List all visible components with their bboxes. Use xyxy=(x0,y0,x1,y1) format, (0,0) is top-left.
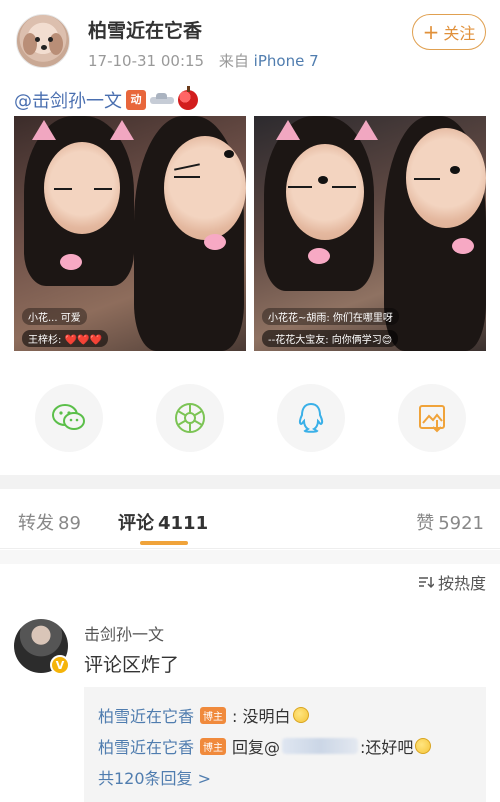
cat-ear-filter xyxy=(276,120,300,140)
tab-like-label: 赞 xyxy=(416,513,435,534)
reply-text: :还好吧 xyxy=(360,738,414,757)
live-chat-line: 王梓杉: ❤️❤️❤️ xyxy=(22,330,108,347)
tab-repost-count: 89 xyxy=(58,513,81,534)
live-chat-line: --花花大宝友: 向你俩学习😊 xyxy=(262,330,399,347)
post-time: 17-10-31 00:15 xyxy=(88,52,205,70)
tab-repost-label: 转发 xyxy=(18,513,54,534)
cat-nose-filter xyxy=(224,150,234,158)
interaction-tabs: 转发 89 评论 4111 赞 5921 xyxy=(0,489,500,549)
cat-ear-filter xyxy=(110,120,134,140)
avatar-dog-eye xyxy=(48,37,53,42)
share-save-image-button[interactable] xyxy=(398,384,466,452)
tab-comment-count: 4111 xyxy=(158,513,209,534)
commenter-name[interactable]: 击剑孙一文 xyxy=(84,621,164,645)
live-chat-line: 小花... 可爱 xyxy=(22,308,87,325)
moments-icon xyxy=(175,403,205,433)
move-emoji-icon: 动 xyxy=(126,90,146,110)
post-device: iPhone 7 xyxy=(253,52,319,70)
reply-prefix: 回复@ xyxy=(232,738,281,757)
sort-icon xyxy=(418,577,434,589)
cat-ear-filter xyxy=(32,120,56,140)
tab-comment[interactable]: 评论 4111 xyxy=(118,509,208,535)
wechat-icon xyxy=(52,404,85,430)
sort-label: 按热度 xyxy=(437,574,486,593)
author-avatar[interactable] xyxy=(16,14,70,68)
whisker xyxy=(174,176,200,178)
cat-bell-filter xyxy=(204,234,226,250)
cat-nose-filter xyxy=(450,166,460,174)
tab-like-count: 5921 xyxy=(438,513,484,534)
reply-item[interactable]: 柏雪近在它香 博主 : 没明白 xyxy=(98,703,309,727)
section-divider xyxy=(0,475,500,489)
plus-icon: + xyxy=(422,20,440,44)
cat-ear-filter xyxy=(354,120,378,140)
post-text: @击剑孙一文 动 xyxy=(14,86,198,113)
section-divider xyxy=(0,550,500,564)
avatar-dog-nose xyxy=(41,45,47,50)
face-left-girl xyxy=(286,144,364,240)
verified-badge-icon: V xyxy=(50,655,70,675)
mention-link[interactable]: @击剑孙一文 xyxy=(14,87,122,113)
qq-icon xyxy=(298,402,324,433)
share-moments-button[interactable] xyxy=(156,384,224,452)
follow-label: 关注 xyxy=(443,24,476,43)
thinking-emoji-icon xyxy=(415,738,432,754)
cat-bell-filter xyxy=(452,238,474,254)
author-name[interactable]: 柏雪近在它香 xyxy=(88,16,202,43)
face-right-girl xyxy=(164,136,246,240)
share-wechat-button[interactable] xyxy=(35,384,103,452)
cat-nose-filter xyxy=(318,176,328,184)
reply-text: : 没明白 xyxy=(232,707,291,726)
host-badge: 博主 xyxy=(200,737,227,755)
active-tab-indicator xyxy=(140,541,188,545)
cat-bell-filter xyxy=(308,248,330,264)
tab-repost[interactable]: 转发 89 xyxy=(18,509,81,535)
more-replies-link[interactable]: 共120条回复 > xyxy=(98,765,211,789)
blurred-username xyxy=(282,738,359,754)
share-qq-button[interactable] xyxy=(277,384,345,452)
whisker xyxy=(414,178,440,180)
reply-box: 柏雪近在它香 博主 : 没明白 柏雪近在它香 博主 回复@ :还好吧 共120条… xyxy=(84,687,486,802)
share-row xyxy=(0,384,500,454)
follow-button[interactable]: + 关注 xyxy=(412,14,486,50)
post-photo-1[interactable]: 小花... 可爱 王梓杉: ❤️❤️❤️ xyxy=(14,116,246,351)
save-image-icon xyxy=(419,405,445,433)
host-badge: 博主 xyxy=(200,706,227,724)
whisker xyxy=(332,186,356,188)
live-chat-line: 小花花~胡雨: 你们在哪里呀 xyxy=(262,308,399,325)
whisker xyxy=(288,186,312,188)
confused-emoji-icon xyxy=(292,707,309,723)
reply-user[interactable]: 柏雪近在它香 xyxy=(98,734,194,758)
post-photo-2[interactable]: 小花花~胡雨: 你们在哪里呀 --花花大宝友: 向你俩学习😊 xyxy=(254,116,486,351)
comment-text: 评论区炸了 xyxy=(84,654,180,676)
tab-comment-label: 评论 xyxy=(118,513,154,534)
tab-like[interactable]: 赞 5921 xyxy=(416,509,484,535)
post-meta: 17-10-31 00:15 来自 iPhone 7 xyxy=(88,50,319,71)
car-emoji-icon xyxy=(150,93,174,107)
cat-bell-filter xyxy=(60,254,82,270)
apple-emoji-icon xyxy=(178,86,198,110)
source-prefix: 来自 xyxy=(218,52,249,70)
sort-toggle[interactable]: 按热度 xyxy=(418,570,486,594)
avatar-dog-eye xyxy=(35,37,40,42)
whisker xyxy=(54,188,72,190)
reply-item[interactable]: 柏雪近在它香 博主 回复@ :还好吧 xyxy=(98,734,432,758)
avatar-dog-ear-left xyxy=(23,33,37,55)
whisker xyxy=(94,188,112,190)
reply-user[interactable]: 柏雪近在它香 xyxy=(98,703,194,727)
post-header: 柏雪近在它香 17-10-31 00:15 来自 iPhone 7 + 关注 xyxy=(0,0,500,86)
